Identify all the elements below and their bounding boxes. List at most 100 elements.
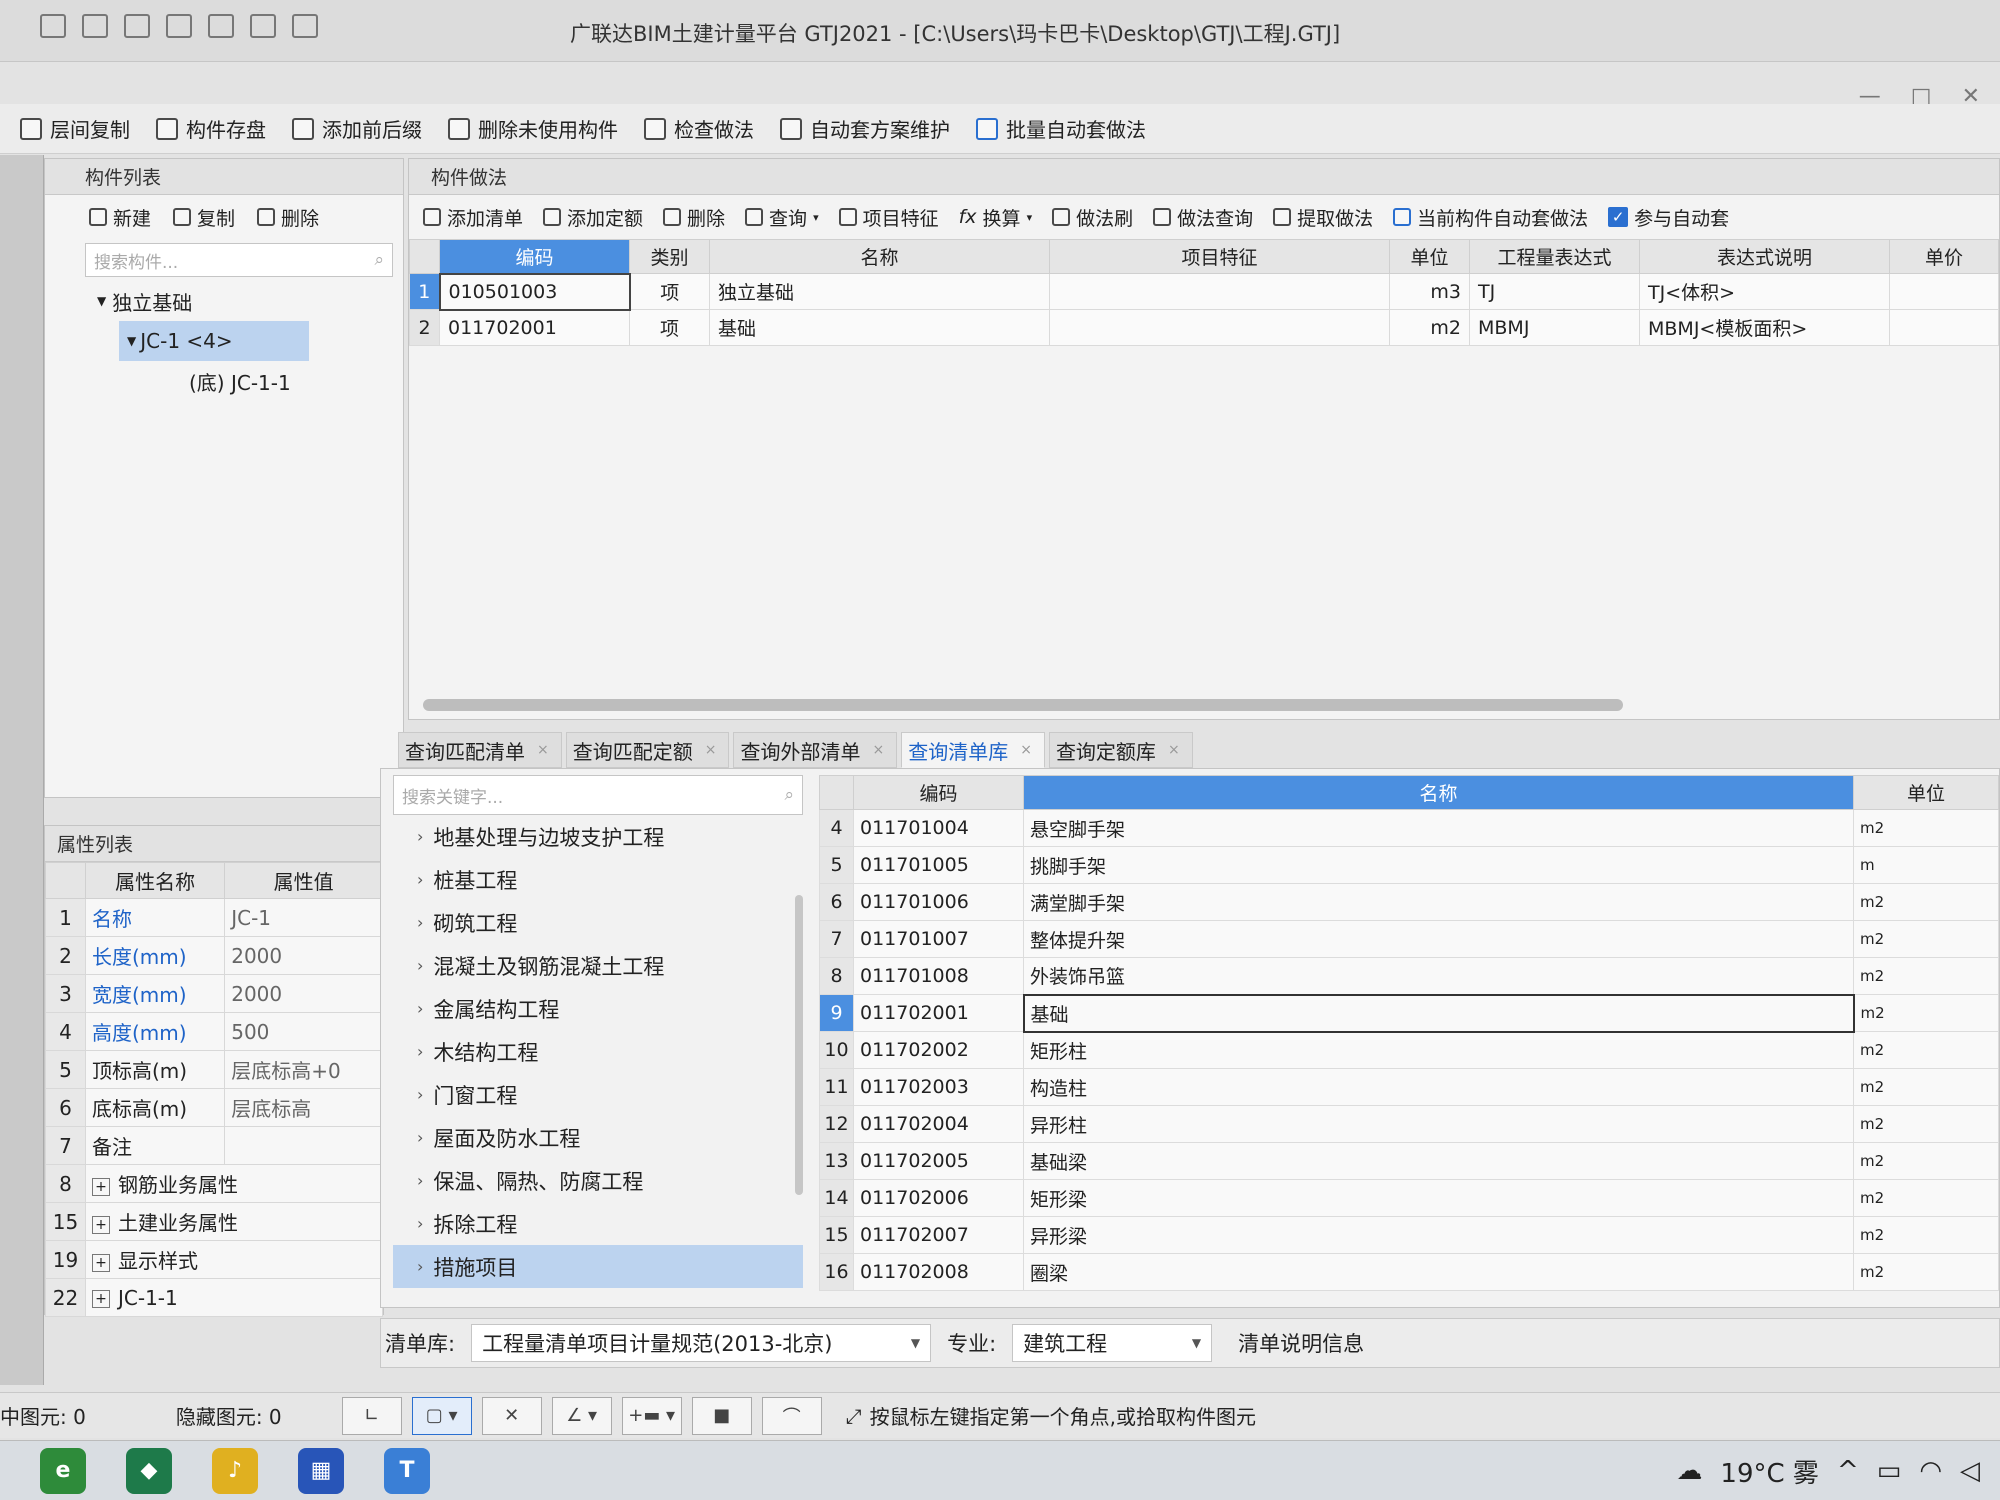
layout-icon[interactable] [166,14,192,38]
new-component-button[interactable]: 新建 [89,204,151,231]
auto-apply-current-button[interactable]: 当前构件自动套做法 [1393,204,1588,231]
category-item[interactable]: 砌筑工程 [393,901,803,944]
tab-match-quota[interactable]: 查询匹配定额 × [565,732,730,768]
close-icon[interactable]: × [872,742,884,758]
cross-tool-icon[interactable]: ✕ [481,1396,542,1435]
property-row[interactable]: 3 宽度(mm) 2000 [45,974,383,1013]
category-item-selected[interactable]: 措施项目 [393,1245,803,1288]
auto-plan-button[interactable]: 自动套方案维护 [780,114,950,143]
battery-icon[interactable]: ▭ [1877,1456,1902,1486]
lib-unit-header[interactable]: 单位 [1853,775,1999,810]
chevron-up-icon[interactable]: ^ [1837,1456,1859,1486]
category-item[interactable]: 桩基工程 [393,858,803,901]
floor-copy-button[interactable]: 层间复制 [20,114,130,143]
category-item[interactable]: 屋面及防水工程 [393,1116,803,1159]
lib-name-header[interactable]: 名称 [1023,775,1854,810]
weather-text[interactable]: 19°C 雾 [1720,1453,1819,1490]
gtj-app-icon[interactable]: T [384,1447,430,1494]
table-row[interactable]: 10 011702002 矩形柱 m2 [819,1031,1999,1069]
new-file-icon[interactable] [40,14,66,38]
property-row[interactable]: 2 长度(mm) 2000 [45,936,383,975]
property-row[interactable]: 6 底标高(m) 层底标高 [45,1088,383,1127]
search-icon[interactable]: ⌕ [374,250,384,270]
table-row[interactable]: 13 011702005 基础梁 m2 [819,1142,1999,1180]
expand-icon[interactable]: + [92,1253,110,1272]
collapse-arrow-icon[interactable]: ▼ [127,334,136,348]
category-item[interactable]: 金属结构工程 [393,987,803,1030]
expression-header[interactable]: 工程量表达式 [1469,239,1640,274]
dropdown-arrow-icon[interactable]: ▾ [813,211,819,224]
fill-tool-icon[interactable]: ■ [691,1396,752,1435]
price-header[interactable]: 单价 [1889,239,1999,274]
delete-unused-button[interactable]: 删除未使用构件 [448,114,618,143]
undo-icon[interactable] [292,14,318,38]
category-item[interactable]: 拆除工程 [393,1202,803,1245]
vertical-scrollbar[interactable] [795,895,803,1195]
expression-desc-header[interactable]: 表达式说明 [1639,239,1890,274]
method-query-button[interactable]: 做法查询 [1153,204,1253,231]
query-button[interactable]: 查询 ▾ [745,204,819,231]
property-row[interactable]: 4 高度(mm) 500 [45,1012,383,1051]
property-group-row[interactable]: 8 + 钢筋业务属性 [45,1164,383,1203]
property-group-row[interactable]: 15 + 土建业务属性 [45,1202,383,1241]
expand-icon[interactable]: + [92,1215,110,1234]
tab-quota-library[interactable]: 查询定额库 × [1048,732,1193,768]
method-brush-button[interactable]: 做法刷 [1052,204,1133,231]
extract-method-button[interactable]: 提取做法 [1273,204,1373,231]
tab-bill-library[interactable]: 查询清单库 × [901,732,1045,768]
tree-group-isolated-foundation[interactable]: ▼ 独立基础 [45,281,403,321]
add-prefix-suffix-button[interactable]: 添加前后缀 [292,114,422,143]
table-row[interactable]: 4 011701004 悬空脚手架 m2 [819,809,1999,847]
rectangle-tool-icon[interactable]: ▢ ▾ [411,1396,472,1435]
tab-external-bill[interactable]: 查询外部清单 × [733,732,898,768]
open-file-icon[interactable] [82,14,108,38]
lib-code-header[interactable]: 编码 [853,775,1024,810]
browser-icon[interactable]: e [40,1447,86,1494]
expand-icon[interactable]: + [92,1290,110,1308]
tree-item-jc1-1[interactable]: (底) JC-1-1 [45,361,403,401]
check-method-button[interactable]: 检查做法 [644,114,754,143]
save-component-button[interactable]: 构件存盘 [156,114,266,143]
dropdown-arrow-icon[interactable]: ▾ [1027,211,1033,224]
table-row[interactable]: 11 011702003 构造柱 m2 [819,1068,1999,1106]
angle-tool-icon[interactable]: ∠ ▾ [551,1396,612,1435]
close-icon[interactable]: × [1168,742,1180,758]
category-item[interactable]: 木结构工程 [393,1030,803,1073]
close-icon[interactable]: × [537,742,549,758]
type-header[interactable]: 类别 [629,239,710,274]
table-row[interactable]: 5 011701005 挑脚手架 m [819,846,1999,884]
category-item[interactable]: 保温、隔热、防腐工程 [393,1159,803,1202]
offset-tool-icon[interactable]: +▬ ▾ [621,1396,682,1435]
table-row[interactable]: 16 011702008 圈梁 m2 [819,1253,1999,1291]
line-tool-icon[interactable]: ∟ [341,1396,402,1435]
save-icon[interactable] [208,14,234,38]
name-header[interactable]: 名称 [709,239,1050,274]
table-row[interactable]: 6 011701006 满堂脚手架 m2 [819,883,1999,921]
delete-method-button[interactable]: 删除 [663,204,725,231]
table-row[interactable]: 7 011701007 整体提升架 m2 [819,920,1999,958]
category-item[interactable]: 混凝土及钢筋混凝土工程 [393,944,803,987]
feature-header[interactable]: 项目特征 [1049,239,1390,274]
tree-item-jc1[interactable]: ▼ JC-1 <4> [119,321,309,361]
volume-icon[interactable]: ◁ [1960,1456,1980,1486]
method-row[interactable]: 2 011702001 项 基础 m2 MBMJ MBMJ<模板面积> [409,309,1999,346]
close-icon[interactable]: × [705,742,717,758]
method-row[interactable]: 1 010501003 项 独立基础 m3 TJ TJ<体积> [409,272,1999,311]
bill-library-select[interactable]: 工程量清单项目计量规范(2013-北京) ▼ [471,1324,932,1362]
component-search-input[interactable]: 搜索构件... ⌕ [85,243,393,277]
category-item[interactable]: 地基处理与边坡支护工程 [393,815,803,858]
tab-match-bill[interactable]: 查询匹配清单 × [398,732,562,768]
table-row[interactable]: 12 011702004 异形柱 m2 [819,1105,1999,1143]
property-row[interactable]: 1 名称 JC-1 [45,898,383,937]
major-select[interactable]: 建筑工程 ▼ [1012,1324,1213,1362]
table-row-selected[interactable]: 9 011702001 基础 m2 [819,993,1999,1033]
checkbox-checked-icon[interactable]: ✓ [1608,207,1629,227]
category-item[interactable]: 门窗工程 [393,1073,803,1116]
bill-info-link[interactable]: 清单说明信息 [1238,1328,1364,1358]
copy-component-button[interactable]: 复制 [173,204,235,231]
table-row[interactable]: 15 011702007 异形梁 m2 [819,1216,1999,1254]
table-row[interactable]: 14 011702006 矩形梁 m2 [819,1179,1999,1217]
music-icon[interactable]: ♪ [212,1447,258,1494]
collapse-arrow-icon[interactable]: ▼ [97,294,106,308]
print-icon[interactable] [250,14,276,38]
